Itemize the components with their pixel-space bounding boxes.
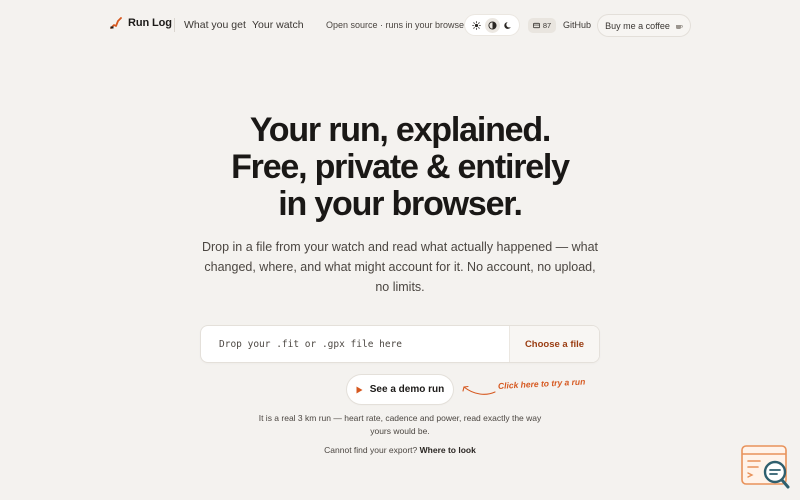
nav-divider (174, 18, 175, 32)
choose-file-button[interactable]: Choose a file (509, 326, 599, 362)
nav-link-your-watch[interactable]: Your watch (252, 19, 304, 31)
play-icon (356, 386, 363, 393)
sun-icon (471, 20, 481, 30)
brand-name: Run Log (128, 17, 172, 29)
runlog-logo-icon (110, 17, 122, 29)
star-count: 87 (542, 21, 552, 30)
hint-arrow-icon (462, 385, 496, 395)
buy-coffee-button[interactable]: Buy me a coffee (598, 15, 690, 36)
search-log-widget-icon[interactable] (740, 444, 792, 490)
coffee-label: Buy me a coffee (605, 20, 670, 31)
demo-run-button[interactable]: See a demo run (347, 375, 453, 404)
github-link[interactable]: GitHub (563, 20, 591, 30)
demo-run-label: See a demo run (369, 384, 445, 395)
open-source-tagline: Open source · runs in your browser (326, 20, 468, 30)
moon-icon (503, 21, 511, 29)
dropzone-text[interactable]: Drop your .fit or .gpx file here (201, 339, 509, 350)
top-nav: Run Log What you get Your watch Open sou… (0, 0, 800, 52)
theme-light-button[interactable] (469, 18, 484, 33)
nav-link-what-you-get[interactable]: What you get (184, 19, 246, 31)
hero-headline: Your run, explained. Free, private & ent… (0, 112, 800, 223)
github-stars-badge[interactable]: 87 (528, 18, 556, 33)
demo-note: It is a real 3 km run — heart rate, cade… (258, 413, 542, 436)
export-help-line: Cannot find your export? Where to look (250, 445, 550, 455)
contrast-icon (487, 20, 497, 30)
where-to-look-link[interactable]: Where to look (420, 445, 476, 455)
headline-line-2: Free, private & entirely (231, 148, 570, 186)
brand[interactable]: Run Log (110, 17, 172, 29)
coffee-cup-icon (675, 24, 683, 29)
export-help-prefix: Cannot find your export? (324, 445, 418, 455)
star-box-icon (532, 22, 540, 29)
theme-auto-button[interactable] (484, 17, 500, 33)
file-dropzone[interactable]: Drop your .fit or .gpx file here Choose … (201, 326, 599, 362)
headline-line-1: Your run, explained. (249, 111, 552, 149)
headline-line-3: in your browser. (278, 185, 523, 223)
hero-subtext: Drop in a file from your watch and read … (201, 240, 599, 294)
theme-switch (465, 15, 519, 35)
theme-dark-button[interactable] (501, 18, 516, 33)
demo-hint-text: Click here to try a run (497, 376, 586, 391)
